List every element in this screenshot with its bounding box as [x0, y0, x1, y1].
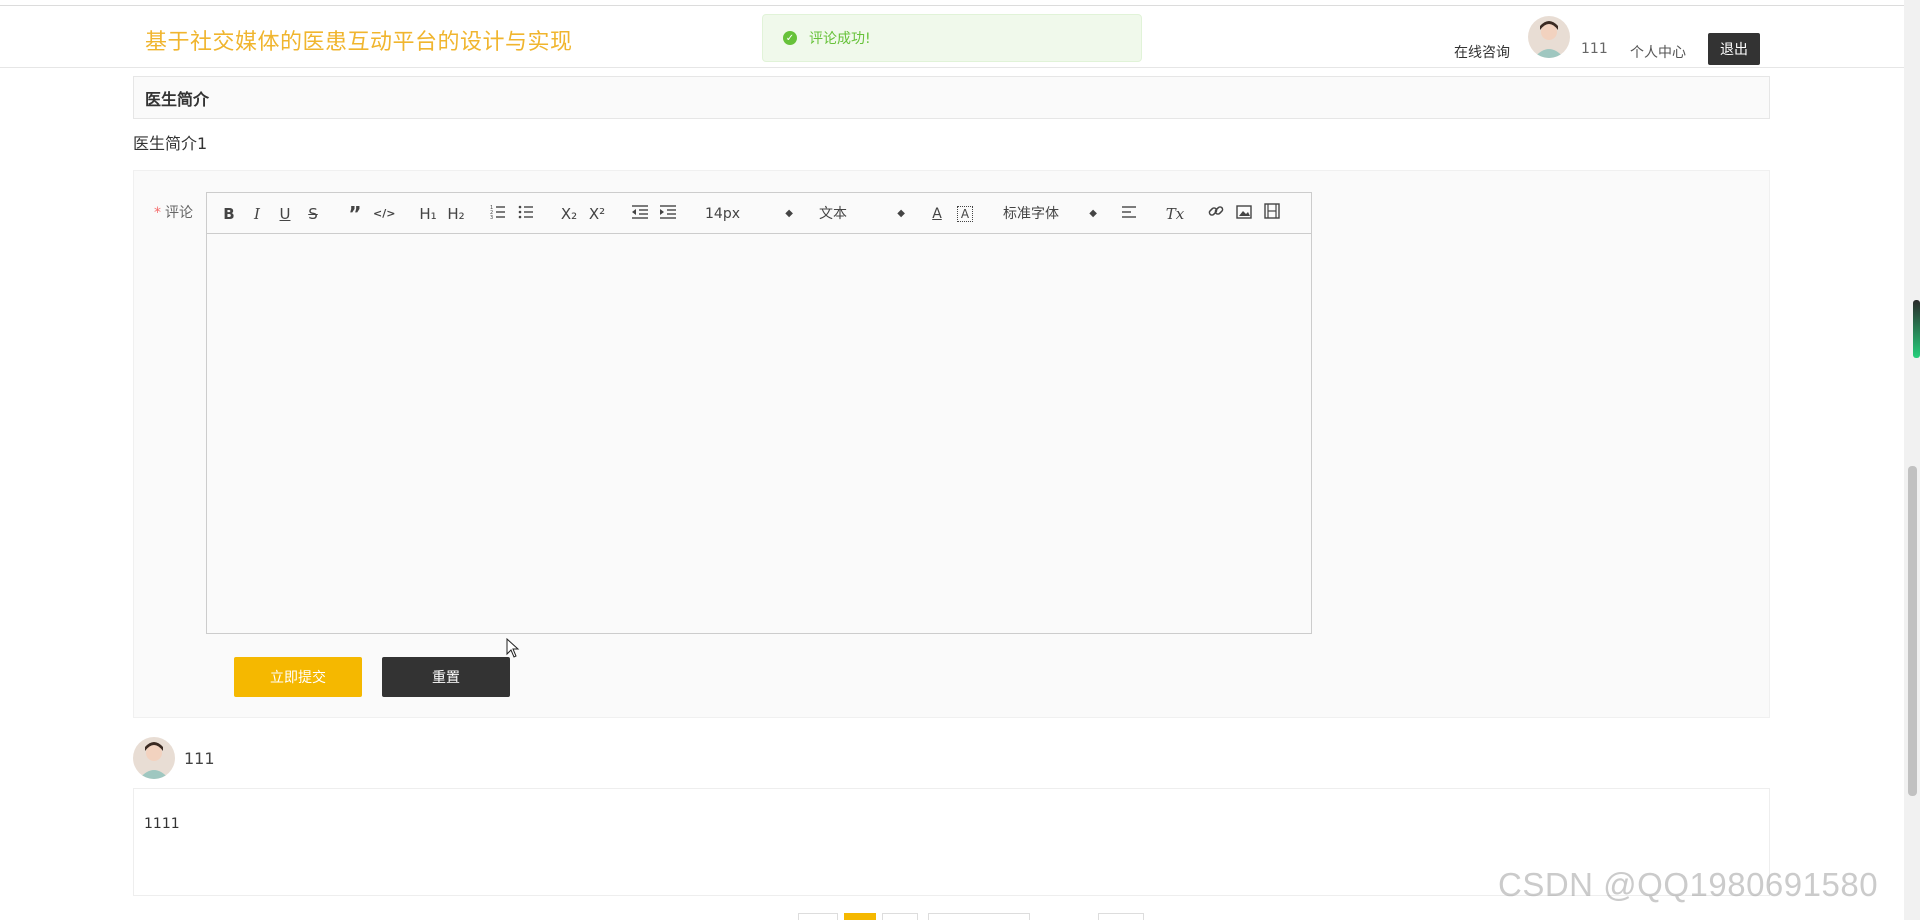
comment-avatar	[133, 737, 175, 779]
required-mark: *	[154, 205, 161, 221]
comment-content: 1111	[144, 816, 180, 832]
pagination-size-select[interactable]	[928, 913, 1030, 920]
site-title[interactable]: 基于社交媒体的医患互动平台的设计与实现	[145, 24, 573, 56]
code-block-button[interactable]: </>	[373, 203, 395, 225]
user-avatar[interactable]	[1528, 16, 1570, 58]
video-icon[interactable]	[1263, 203, 1281, 225]
font-family-value: 标准字体	[1003, 206, 1059, 222]
scrollbar-thumb[interactable]	[1908, 466, 1917, 796]
header-select-value: 文本	[819, 206, 847, 222]
blockquote-button[interactable]: ”	[347, 203, 363, 225]
toast-message: 评论成功!	[809, 31, 871, 47]
text-color-button[interactable]: A	[929, 203, 945, 225]
underline-button[interactable]: U	[277, 203, 293, 225]
comment-username: 111	[184, 749, 215, 768]
font-family-select[interactable]: 标准字体 ◆	[1003, 203, 1097, 225]
select-arrow-icon: ◆	[1089, 208, 1097, 219]
doctor-intro-heading: 医生简介	[133, 76, 1770, 119]
nav-online-consult[interactable]: 在线咨询	[1454, 42, 1510, 62]
page-scrollbar[interactable]	[1904, 0, 1920, 920]
image-icon[interactable]	[1235, 203, 1253, 225]
pagination-prev[interactable]	[798, 913, 838, 920]
outdent-icon[interactable]	[631, 203, 649, 225]
pagination-next[interactable]	[882, 913, 918, 920]
logout-button[interactable]: 退出	[1708, 33, 1760, 65]
reset-button[interactable]: 重置	[382, 657, 510, 697]
ordered-list-icon[interactable]: 123	[489, 203, 507, 225]
editor-toolbar: B I U S ” </> H₁ H₂ 123 X₂ X² 14px ◆ 文本 ◆ …	[207, 193, 1311, 234]
superscript-button[interactable]: X²	[587, 203, 607, 225]
bold-button[interactable]: B	[221, 203, 237, 225]
align-left-icon[interactable]	[1121, 203, 1139, 225]
mouse-cursor-icon	[506, 637, 520, 662]
subscript-button[interactable]: X₂	[559, 203, 579, 225]
link-icon[interactable]	[1207, 203, 1225, 225]
italic-button[interactable]: I	[249, 203, 265, 225]
svg-text:3: 3	[490, 215, 493, 219]
submit-comment-button[interactable]: 立即提交	[234, 657, 362, 697]
editor-content-area[interactable]	[207, 234, 1311, 633]
select-arrow-icon: ◆	[897, 208, 905, 219]
background-color-button[interactable]: A	[957, 206, 973, 222]
doctor-intro-text: 医生简介1	[133, 134, 208, 153]
success-toast: ✓ 评论成功!	[762, 14, 1142, 62]
comment-label: * 评论	[154, 202, 193, 222]
indent-icon[interactable]	[659, 203, 677, 225]
success-check-icon: ✓	[783, 31, 797, 45]
strike-button[interactable]: S	[305, 203, 321, 225]
scroll-indicator	[1913, 300, 1920, 358]
select-arrow-icon: ◆	[785, 208, 793, 219]
watermark: CSDN @QQ1980691580	[1498, 866, 1879, 903]
pagination-page-current[interactable]	[844, 913, 876, 920]
header-select[interactable]: 文本 ◆	[819, 203, 905, 225]
bullet-list-icon[interactable]	[517, 203, 535, 225]
font-size-select[interactable]: 14px ◆	[705, 203, 793, 225]
nav-username[interactable]: 111	[1581, 41, 1608, 57]
nav-personal-center[interactable]: 个人中心	[1630, 42, 1686, 62]
comment-label-text: 评论	[165, 205, 193, 221]
font-size-value: 14px	[705, 206, 740, 222]
header-2-button[interactable]: H₂	[445, 203, 467, 225]
header-1-button[interactable]: H₁	[417, 203, 439, 225]
clean-format-button[interactable]: Tx	[1165, 203, 1185, 225]
rich-text-editor: B I U S ” </> H₁ H₂ 123 X₂ X² 14px ◆ 文本 ◆ …	[206, 192, 1312, 634]
pagination-jump-input[interactable]	[1098, 913, 1144, 920]
